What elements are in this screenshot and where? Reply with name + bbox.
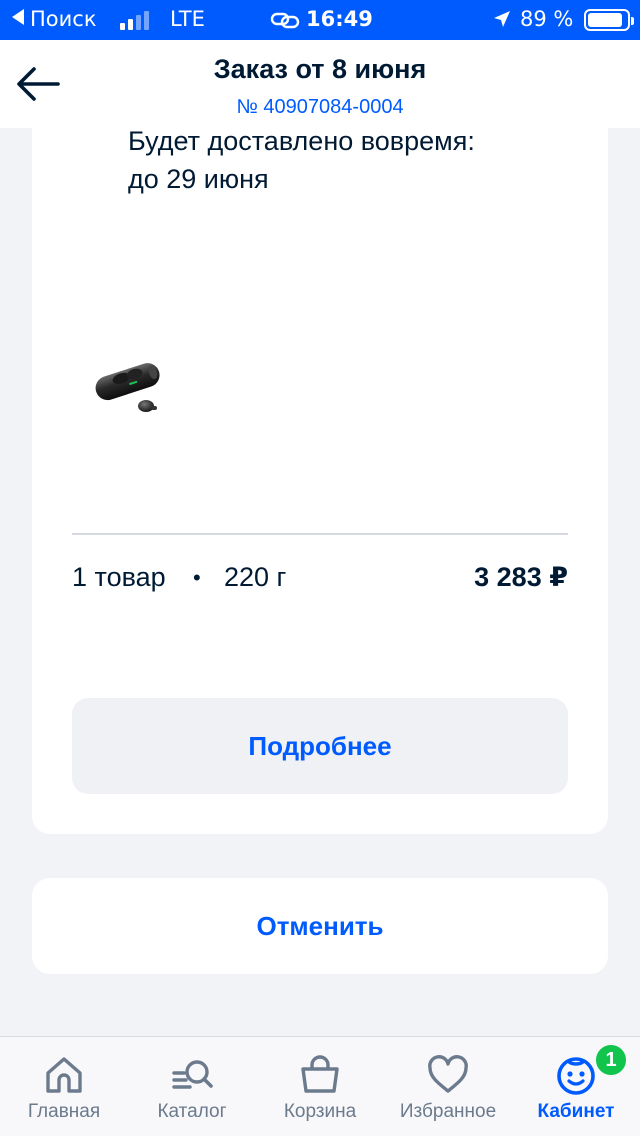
order-card: Будет доставлено вовремя: до 29 июня 1 т… [32, 100, 608, 834]
tab-bar: Главная Каталог Корзина Избранное 1 Каби… [0, 1036, 640, 1136]
basket-icon [301, 1055, 339, 1093]
network-type: LTE [170, 7, 205, 31]
back-to-app[interactable]: Поиск [12, 7, 97, 31]
tab-cart[interactable]: Корзина [256, 1037, 384, 1136]
catalog-search-icon [172, 1060, 213, 1089]
clock: 16:49 [306, 7, 373, 31]
tab-account[interactable]: 1 Кабинет [512, 1037, 640, 1136]
cancel-order-button[interactable]: Отменить [32, 878, 608, 974]
tab-home[interactable]: Главная [0, 1037, 128, 1136]
order-total-price: 3 283 ₽ [474, 562, 568, 592]
tab-catalog-label: Каталог [157, 1101, 227, 1122]
tab-catalog[interactable]: Каталог [128, 1037, 256, 1136]
order-number-link[interactable]: № 40907084-0004 [0, 96, 640, 119]
link-icon [270, 9, 300, 36]
details-button[interactable]: Подробнее [72, 698, 568, 794]
cancel-order-label: Отменить [256, 910, 384, 941]
heart-icon [428, 1055, 468, 1093]
back-triangle-icon [12, 9, 24, 25]
tab-home-label: Главная [27, 1101, 101, 1122]
location-arrow-icon [492, 9, 512, 34]
tab-favorites[interactable]: Избранное [384, 1037, 512, 1136]
tab-cart-label: Корзина [283, 1101, 357, 1122]
delivery-status: Будет доставлено вовремя: до 29 июня [128, 122, 475, 198]
page-title: Заказ от 8 июня [213, 54, 427, 84]
separator-dot: • [193, 565, 201, 590]
divider [72, 533, 568, 535]
notification-badge: 1 [594, 1043, 628, 1077]
order-header: Заказ от 8 июня № 40907084-0004 [0, 40, 640, 128]
home-icon [46, 1057, 82, 1093]
tab-account-label: Кабинет [537, 1101, 615, 1122]
order-weight: 220 г [224, 562, 287, 592]
back-app-label: Поиск [30, 7, 97, 31]
delivery-date: до 29 июня [128, 164, 269, 194]
smiley-face-icon [557, 1057, 595, 1095]
signal-icon [120, 10, 149, 30]
status-bar: Поиск LTE 16:49 89 % [0, 0, 640, 40]
battery-percent: 89 % [520, 7, 574, 31]
item-count: 1 товар [72, 562, 166, 592]
battery-icon [584, 9, 634, 31]
product-image[interactable] [88, 350, 168, 420]
tab-favorites-label: Избранное [399, 1101, 497, 1122]
order-summary: 1 товар • 220 г 3 283 ₽ [72, 562, 568, 598]
